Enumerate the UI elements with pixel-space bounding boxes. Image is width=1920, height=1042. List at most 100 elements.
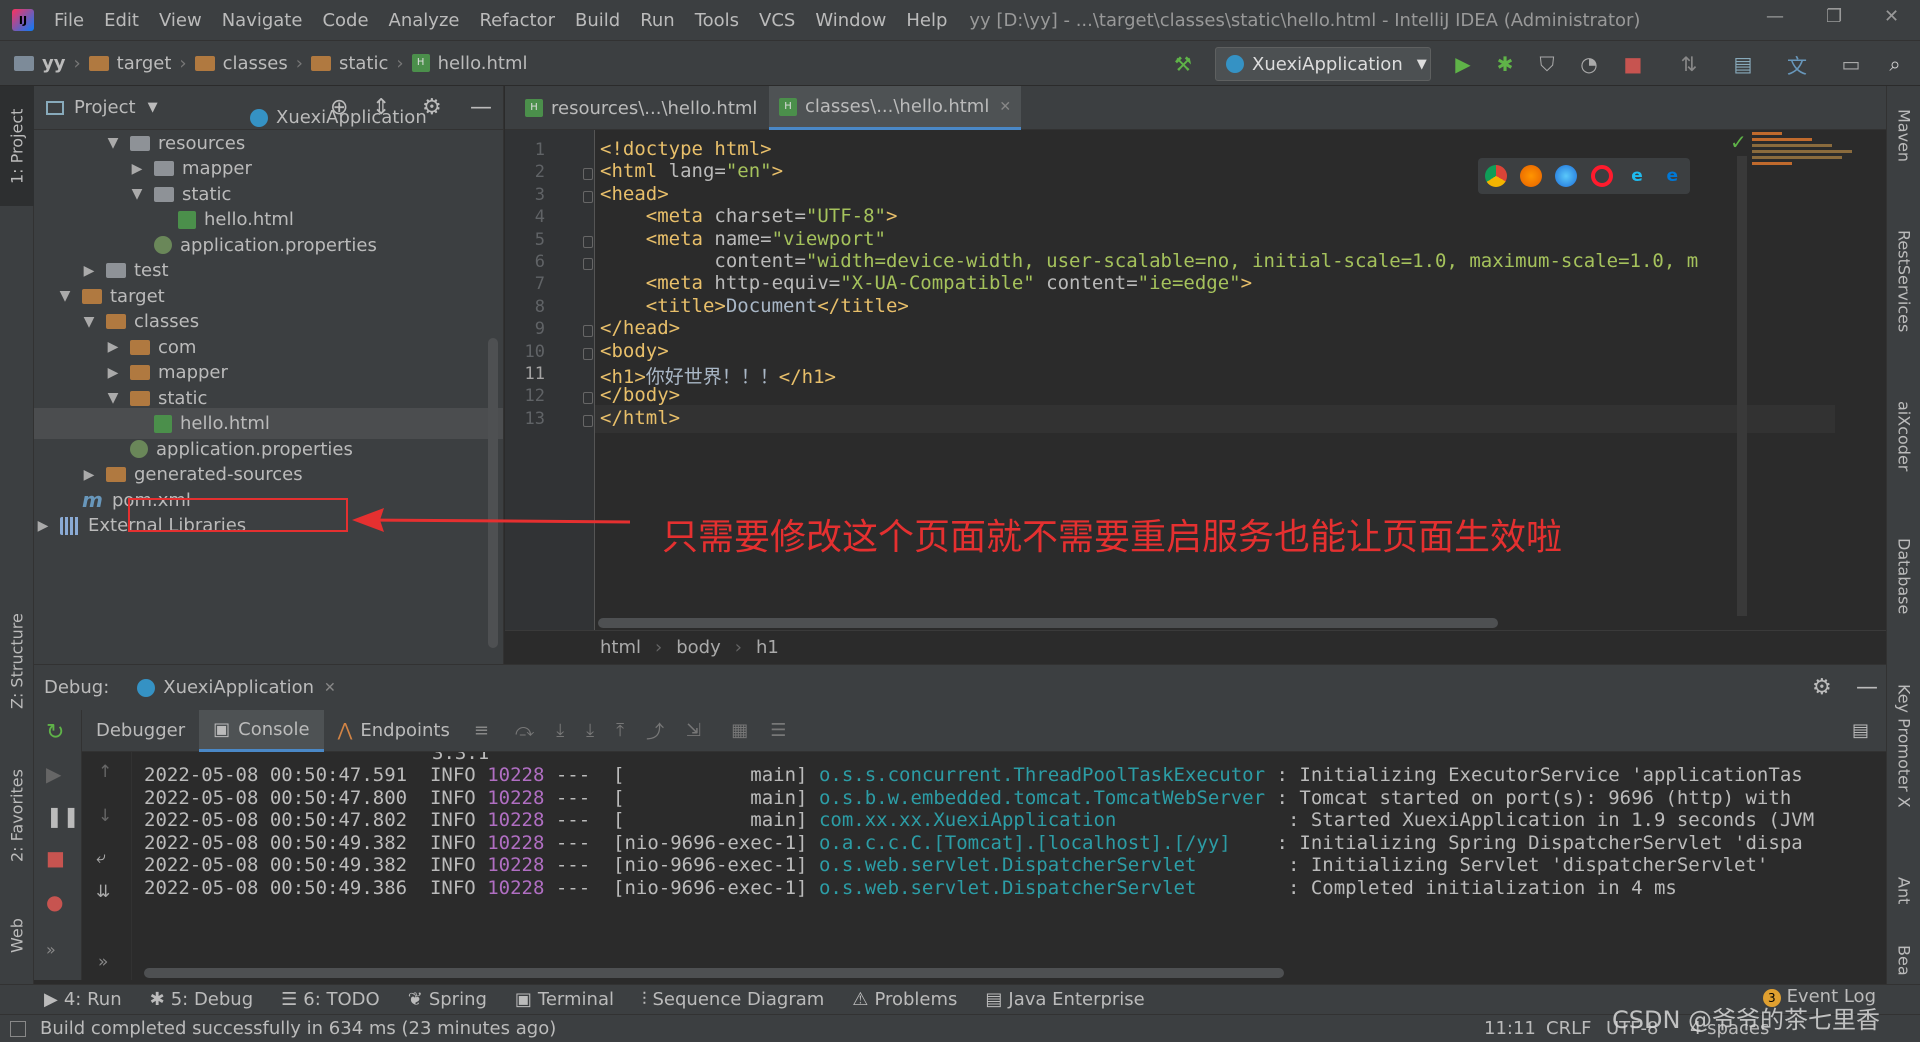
- console-horizontal-scrollbar[interactable]: [144, 968, 1284, 978]
- tab-structure[interactable]: Z: Structure: [0, 586, 34, 736]
- menu-item-view[interactable]: View: [149, 10, 212, 31]
- vcs-update-icon[interactable]: ⇅: [1676, 51, 1702, 77]
- menu-item-window[interactable]: Window: [805, 10, 896, 31]
- arrow-up-icon[interactable]: ↑: [98, 762, 112, 782]
- chevron-right-icon[interactable]: ▶: [128, 161, 146, 177]
- scroll-to-end-icon[interactable]: ⇊: [96, 882, 110, 902]
- tab-endpoints[interactable]: ⋀ Endpoints: [324, 710, 464, 752]
- tool-5-debug[interactable]: ✱ 5: Debug: [150, 989, 254, 1010]
- build-hammer-icon[interactable]: ⚒: [1170, 51, 1196, 77]
- soft-wrap-icon[interactable]: ⤶: [96, 848, 106, 868]
- chevron-down-icon[interactable]: ▼: [80, 314, 98, 330]
- menu-item-file[interactable]: File: [44, 10, 94, 31]
- crumb-html[interactable]: html: [600, 637, 641, 658]
- pause-icon[interactable]: ❚❚: [46, 804, 80, 828]
- tab-aixcoder[interactable]: aiXcoder: [1887, 376, 1920, 496]
- crumb-body[interactable]: body: [676, 637, 721, 658]
- restore-icon[interactable]: ❐: [1826, 6, 1842, 27]
- close-icon[interactable]: ✕: [1884, 6, 1899, 27]
- tab-database[interactable]: Database: [1887, 516, 1920, 636]
- chevron-right-icon[interactable]: ▶: [80, 263, 98, 279]
- menu-item-analyze[interactable]: Analyze: [379, 10, 470, 31]
- tab-favorites[interactable]: 2: Favorites: [0, 746, 34, 886]
- run-config-select[interactable]: XuexiApplication ▼: [1215, 47, 1431, 81]
- minimize-icon[interactable]: —: [1766, 6, 1784, 27]
- ie-icon[interactable]: e: [1626, 165, 1648, 187]
- tab-project[interactable]: 1: Project: [0, 86, 34, 206]
- tab-ant[interactable]: Ant: [1887, 856, 1920, 926]
- gear-icon[interactable]: ⚙: [1812, 675, 1832, 700]
- debug-session-tab[interactable]: XuexiApplication: [163, 677, 314, 698]
- close-tab-icon[interactable]: ✕: [999, 99, 1011, 115]
- firefox-icon[interactable]: [1519, 165, 1542, 187]
- force-step-into-icon[interactable]: ⤓: [586, 720, 594, 741]
- tab-console[interactable]: ▣ Console: [199, 709, 324, 752]
- chrome-icon[interactable]: [1484, 165, 1507, 187]
- chevron-right-icon[interactable]: ▶: [80, 467, 98, 483]
- chevron-down-icon[interactable]: ▼: [104, 390, 122, 406]
- search-icon[interactable]: ⌕: [1882, 51, 1908, 77]
- menu-icon[interactable]: ≡: [474, 720, 489, 741]
- rerun-icon[interactable]: ↻: [46, 720, 64, 745]
- line-separator[interactable]: CRLF: [1546, 1018, 1591, 1039]
- edge-icon[interactable]: e: [1661, 165, 1683, 187]
- menu-item-vcs[interactable]: VCS: [749, 10, 805, 31]
- translate-icon[interactable]: 文: [1784, 51, 1810, 78]
- tool-spring[interactable]: ❦ Spring: [408, 989, 487, 1010]
- more-icon[interactable]: »: [46, 940, 56, 959]
- step-into-icon[interactable]: ⤓: [556, 720, 564, 741]
- tool-sequence-diagram[interactable]: ⫶ Sequence Diagram: [642, 989, 824, 1010]
- editor-vertical-scrollbar[interactable]: [1737, 156, 1747, 616]
- fold-marker-icon[interactable]: [583, 414, 593, 427]
- menu-item-tools[interactable]: Tools: [685, 10, 749, 31]
- more-icon[interactable]: »: [98, 952, 108, 972]
- console-output[interactable]: 3.3.1 2022-05-08 00:50:47.591 INFO 10228…: [132, 752, 1886, 980]
- fold-marker-icon[interactable]: [583, 392, 593, 405]
- coverage-icon[interactable]: ⛉: [1534, 51, 1560, 77]
- tool-6-todo[interactable]: ☰ 6: TODO: [281, 989, 380, 1010]
- presentation-icon[interactable]: ▭: [1838, 51, 1864, 77]
- fold-marker-icon[interactable]: [583, 235, 593, 248]
- menu-item-navigate[interactable]: Navigate: [212, 10, 313, 31]
- hide-icon[interactable]: —: [1856, 675, 1878, 700]
- project-structure-icon[interactable]: ▤: [1730, 51, 1756, 77]
- menu-item-edit[interactable]: Edit: [94, 10, 149, 31]
- tool-problems[interactable]: ⚠ Problems: [852, 989, 957, 1010]
- tool-java-enterprise[interactable]: ▤ Java Enterprise: [985, 989, 1144, 1010]
- step-over-icon[interactable]: ⤼: [515, 720, 534, 741]
- chevron-down-icon[interactable]: ▼: [104, 135, 122, 151]
- fold-marker-icon[interactable]: [583, 325, 593, 338]
- run-icon[interactable]: ▶: [1450, 51, 1476, 77]
- run-to-cursor-icon[interactable]: ⇲: [686, 720, 701, 741]
- toggle-tool-windows-icon[interactable]: [10, 1020, 26, 1037]
- safari-icon[interactable]: [1555, 165, 1578, 187]
- chevron-right-icon[interactable]: ▶: [34, 518, 52, 534]
- menu-item-refactor[interactable]: Refactor: [469, 10, 565, 31]
- drop-frame-icon[interactable]: ⤴: [646, 718, 664, 744]
- view-breakpoints-icon[interactable]: ●: [46, 890, 63, 914]
- error-stripe[interactable]: [1752, 130, 1886, 190]
- chevron-down-icon[interactable]: ▼: [56, 288, 74, 304]
- stop-icon[interactable]: ■: [1620, 51, 1646, 77]
- fold-marker-icon[interactable]: [583, 347, 593, 360]
- menu-item-build[interactable]: Build: [565, 10, 630, 31]
- close-session-icon[interactable]: ✕: [324, 680, 336, 696]
- opera-icon[interactable]: [1590, 165, 1613, 187]
- project-scrollbar[interactable]: [488, 338, 498, 648]
- crumb-target[interactable]: target ›: [88, 53, 195, 74]
- step-out-icon[interactable]: ⤒: [616, 720, 624, 741]
- tab-key-promoter[interactable]: Key Promoter X: [1887, 646, 1920, 846]
- tab-web[interactable]: Web: [0, 896, 34, 976]
- crumb-h1[interactable]: h1: [756, 637, 779, 658]
- tab-maven[interactable]: Maven: [1887, 96, 1920, 176]
- tab-resources-hello[interactable]: H resources\...\hello.html ✕: [515, 86, 789, 130]
- chevron-right-icon[interactable]: ▶: [104, 365, 122, 381]
- evaluate-icon[interactable]: ▦: [731, 720, 748, 741]
- chevron-down-icon[interactable]: ▼: [128, 186, 146, 202]
- fold-marker-icon[interactable]: [583, 168, 593, 181]
- tab-debugger[interactable]: Debugger: [82, 710, 199, 752]
- menu-item-run[interactable]: Run: [630, 10, 685, 31]
- tab-restservices[interactable]: RestServices: [1887, 206, 1920, 356]
- menu-item-help[interactable]: Help: [896, 10, 957, 31]
- crumb-static[interactable]: static ›: [310, 53, 412, 74]
